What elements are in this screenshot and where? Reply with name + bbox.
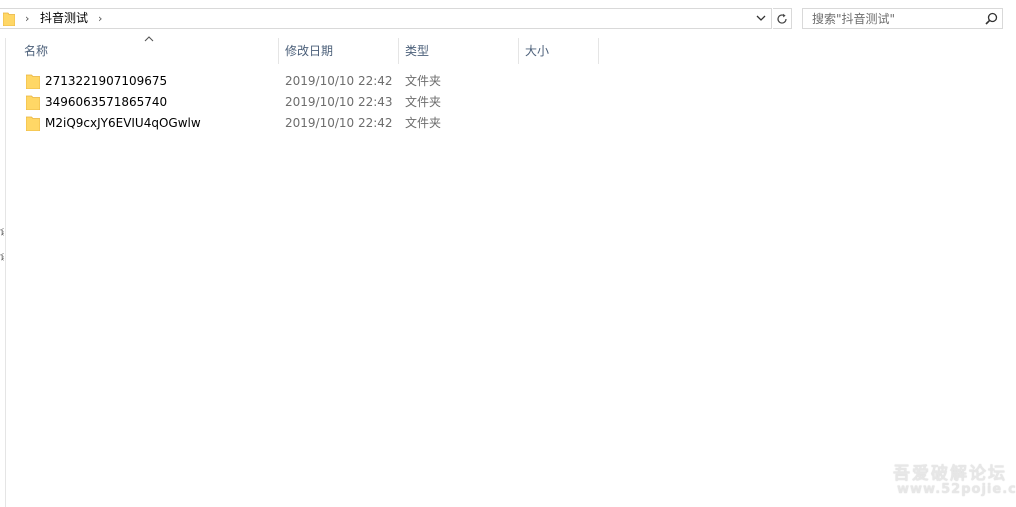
file-type: 文件夹	[405, 95, 442, 109]
file-modified-date: 2019/10/10 22:42	[285, 74, 393, 88]
nav-pane-item-label[interactable]: 讲	[0, 253, 4, 263]
refresh-button[interactable]	[773, 8, 792, 29]
address-history-dropdown[interactable]	[752, 10, 770, 27]
file-explorer-window: › 抖音测试 › 讲	[0, 0, 1016, 507]
file-modified-date: 2019/10/10 22:43	[285, 95, 393, 109]
refresh-icon	[777, 13, 787, 24]
watermark-url: www.52pojie.cn	[897, 482, 1016, 497]
folder-icon	[26, 74, 40, 89]
chevron-down-icon	[756, 15, 766, 21]
chevron-right-icon[interactable]: ›	[98, 11, 102, 26]
column-header-type[interactable]: 类型	[399, 38, 518, 64]
folder-icon	[26, 95, 40, 110]
column-header-name[interactable]: 名称	[18, 38, 278, 64]
folder-icon	[26, 116, 40, 131]
column-header-modified[interactable]: 修改日期	[279, 38, 398, 64]
breadcrumb-current-folder[interactable]: 抖音测试	[40, 11, 88, 26]
file-modified-date: 2019/10/10 22:42	[285, 116, 393, 130]
address-bar[interactable]: › 抖音测试 ›	[0, 8, 772, 29]
folder-icon	[3, 12, 15, 26]
search-box[interactable]	[802, 8, 1003, 29]
file-name: 2713221907109675	[45, 74, 168, 88]
navigation-bar: › 抖音测试 ›	[0, 0, 1016, 38]
file-type: 文件夹	[405, 74, 442, 88]
file-row[interactable]: 3496063571865740 2019/10/10 22:43 文件夹	[22, 92, 462, 113]
search-icon	[984, 12, 997, 25]
chevron-right-icon[interactable]: ›	[25, 11, 29, 26]
watermark-title: 吾爱破解论坛	[893, 464, 1007, 484]
column-divider[interactable]	[598, 38, 599, 64]
file-name: 3496063571865740	[45, 95, 168, 109]
file-name: M2iQ9cxJY6EVIU4qOGwlw	[45, 116, 201, 130]
navigation-pane[interactable]: 讲 讲	[0, 38, 6, 507]
search-button[interactable]	[983, 11, 999, 26]
file-row[interactable]: 2713221907109675 2019/10/10 22:42 文件夹	[22, 71, 462, 92]
file-type: 文件夹	[405, 116, 442, 130]
file-row[interactable]: M2iQ9cxJY6EVIU4qOGwlw 2019/10/10 22:42 文…	[22, 113, 462, 134]
search-input[interactable]	[803, 9, 990, 28]
column-header-size[interactable]: 大小	[519, 38, 598, 64]
nav-pane-item-label[interactable]: 讲	[0, 228, 4, 238]
